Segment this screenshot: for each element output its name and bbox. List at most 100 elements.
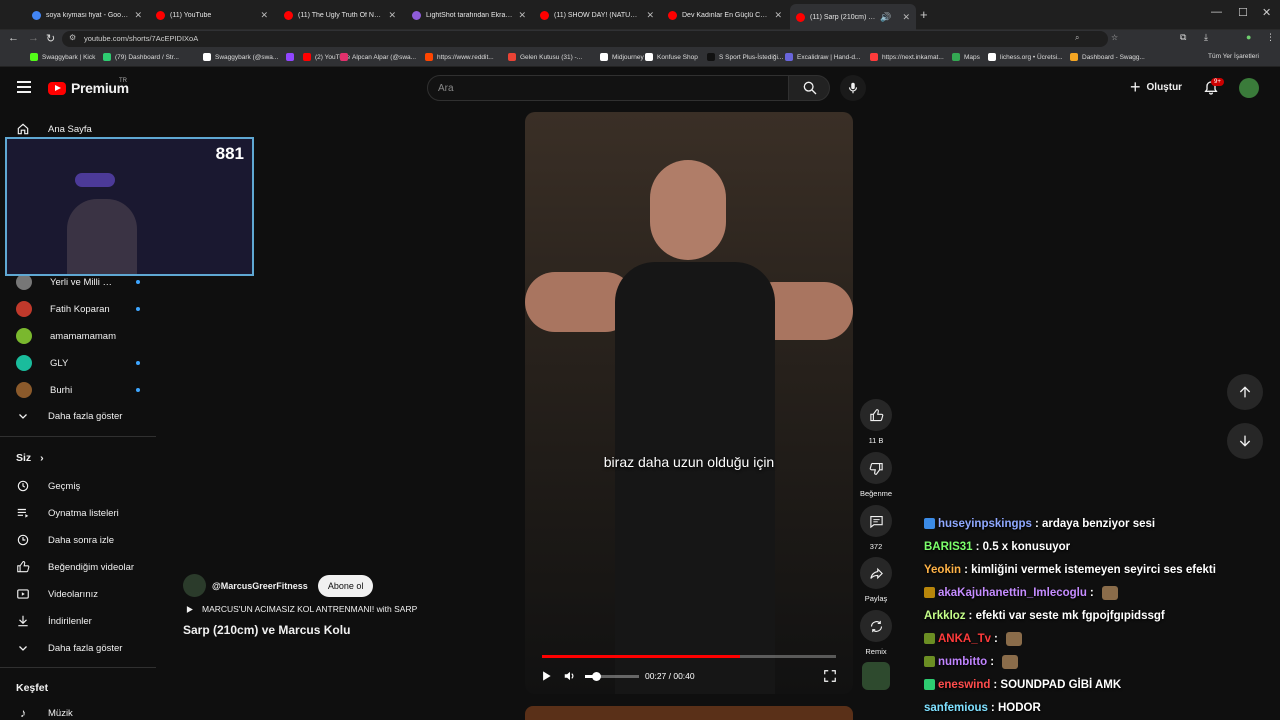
volume-knob[interactable] [591, 672, 601, 681]
sidebar-item-home[interactable]: Ana Sayfa [16, 122, 140, 136]
next-short-preview[interactable] [525, 706, 853, 720]
browser-tab[interactable]: (11) The Ugly Truth Of Natural B ✕ [278, 5, 402, 25]
video-progress-bar[interactable] [542, 655, 836, 658]
youtube-icon [668, 10, 677, 20]
audio-icon[interactable]: 🔊 [880, 12, 891, 23]
bookmark-item[interactable]: (79) Dashboard / Str... [103, 53, 179, 61]
bookmark-item[interactable]: Gelen Kutusu (31) -... [508, 53, 582, 61]
sidebar-item-your-videos[interactable]: Videolarınız [16, 587, 140, 601]
bookmark-item[interactable]: Swaggybark | Kick [30, 53, 95, 61]
bookmark-item[interactable]: Konfuse Shop [645, 53, 698, 61]
browser-tab-active[interactable]: (11) Sarp (210cm) ve Marcu 🔊 ✕ [790, 4, 916, 30]
sidebar-subscription-item[interactable]: GLY [16, 355, 140, 371]
minimize-icon[interactable]: — [1211, 6, 1222, 18]
profile-icon[interactable]: ● [1246, 32, 1251, 42]
you-section-heading[interactable]: Siz › [16, 452, 44, 464]
bookmark-label: Alpcan Alpar (@swa... [352, 53, 417, 61]
fullscreen-icon[interactable] [823, 669, 837, 683]
bookmark-star-icon[interactable]: ☆ [1111, 33, 1118, 42]
forward-icon[interactable]: → [28, 32, 39, 44]
sidebar-subscription-item[interactable]: amamamamam [16, 328, 140, 344]
bookmark-item[interactable]: Maps [952, 53, 980, 61]
channel-handle[interactable]: @MarcusGreerFitness [212, 581, 308, 591]
menu-icon[interactable] [17, 81, 31, 93]
maximize-icon[interactable]: ☐ [1238, 6, 1248, 19]
browser-tab[interactable]: soya kıyması fiyat - Google'da A ✕ [26, 5, 148, 25]
music-info[interactable]: MARCUS'UN ACIMASIZ KOL ANTRENMANI! with … [185, 604, 417, 614]
channel-avatar[interactable] [183, 574, 206, 597]
create-button[interactable]: + Oluştur [1130, 78, 1182, 96]
youtube-premium-logo[interactable]: Premium [48, 80, 129, 96]
play-icon[interactable] [539, 669, 553, 683]
sidebar-item-label: Müzik [48, 707, 73, 719]
close-tab-icon[interactable]: ✕ [260, 10, 268, 21]
sidebar-item-history[interactable]: Geçmiş [16, 479, 140, 493]
voice-search-button[interactable] [840, 75, 866, 101]
thumbs-down-icon [869, 462, 883, 475]
bookmark-item[interactable]: S Sport Plus-İstediği... [707, 53, 783, 61]
youtube-icon [796, 12, 805, 22]
like-button[interactable]: 11 B [859, 399, 893, 445]
reload-icon[interactable]: ↻ [46, 32, 55, 45]
search-input[interactable]: Ara [427, 75, 789, 101]
close-tab-icon[interactable]: ✕ [388, 10, 396, 21]
volume-slider[interactable] [585, 672, 639, 681]
bookmark-label: Midjourney [612, 53, 644, 61]
sidebar-subscription-item[interactable]: Fatih Koparan [16, 301, 140, 317]
shorts-video-player[interactable]: biraz daha uzun olduğu için 00:27 / 00:4… [525, 112, 853, 694]
browser-tab[interactable]: Dev Kadınlar En Güçlü Cücelere ✕ [662, 5, 788, 25]
new-tab-icon[interactable]: + [920, 7, 928, 23]
close-tab-icon[interactable]: ✕ [774, 10, 782, 21]
sidebar-subscription-item[interactable]: Yerli ve Milli Haw... [16, 274, 140, 290]
close-tab-icon[interactable]: ✕ [902, 12, 910, 23]
address-bar[interactable]: ⚙ youtube.com/shorts/7AcEPIDIXoA ⌕ ☆ [62, 31, 1118, 47]
chat-emote-icon [1002, 654, 1019, 669]
bookmark-label: S Sport Plus-İstediği... [719, 53, 784, 61]
chat-message: Arkkloz: efekti var seste mk fgpojfgıpid… [924, 604, 1274, 627]
bookmark-item[interactable]: https://www.reddit... [425, 53, 494, 61]
search-button[interactable] [788, 75, 830, 101]
zoom-icon[interactable]: ⌕ [1075, 33, 1079, 43]
remix-button[interactable]: Remix [859, 610, 893, 656]
bookmark-item[interactable]: Excalidraw | Hand-d... [785, 53, 860, 61]
close-window-icon[interactable]: ✕ [1262, 6, 1271, 19]
sidebar-item-watch-later[interactable]: Daha sonra izle [16, 533, 140, 547]
close-tab-icon[interactable]: ✕ [518, 10, 526, 21]
sound-thumbnail[interactable] [862, 662, 890, 690]
comments-button[interactable]: 372 [859, 505, 893, 551]
sidebar-item-playlists[interactable]: Oynatma listeleri [16, 506, 140, 520]
volume-icon[interactable] [563, 669, 577, 683]
bookmark-label: Gelen Kutusu (31) -... [520, 53, 583, 61]
show-more-button[interactable]: Daha fazla göster [16, 409, 140, 423]
close-tab-icon[interactable]: ✕ [134, 10, 142, 21]
sidebar-item-label: Videolarınız [48, 588, 98, 600]
dislike-button[interactable]: Beğenme [859, 452, 893, 498]
menu-icon[interactable]: ⋮ [1266, 32, 1275, 43]
bookmark-item[interactable]: https://next.inkamat... [870, 53, 944, 61]
close-tab-icon[interactable]: ✕ [646, 10, 654, 21]
previous-short-button[interactable] [1227, 374, 1263, 410]
sidebar-item-liked[interactable]: Beğendiğim videolar [16, 560, 140, 574]
subscribe-button[interactable]: Abone ol [317, 574, 374, 597]
bookmark-item[interactable] [286, 53, 298, 61]
back-icon[interactable]: ← [8, 32, 19, 44]
sidebar-subscription-item[interactable]: Burhi [16, 382, 140, 398]
browser-tab[interactable]: LightShot tarafından Ekran Görü ✕ [406, 5, 532, 25]
site-info-icon[interactable]: ⚙ [69, 33, 76, 42]
account-avatar[interactable] [1239, 78, 1259, 98]
bookmark-item[interactable]: Dashboard - Swagg... [1070, 53, 1145, 61]
show-more-button[interactable]: Daha fazla göster [16, 641, 140, 655]
browser-tab[interactable]: (11) YouTube ✕ [150, 5, 274, 25]
bookmark-item[interactable]: Midjourney [600, 53, 644, 61]
extensions-icon[interactable]: ⧉ [1180, 32, 1186, 43]
all-bookmarks-button[interactable]: Tüm Yer İşaretleri [1208, 53, 1259, 60]
bookmark-item[interactable]: Swaggybark (@swa... [203, 53, 278, 61]
sidebar-item-downloads[interactable]: İndirilenler [16, 614, 140, 628]
browser-tab[interactable]: (11) SHOW DAY! (NATURAL MA ✕ [534, 5, 660, 25]
next-short-button[interactable] [1227, 423, 1263, 459]
bookmark-item[interactable]: Alpcan Alpar (@swa... [340, 53, 416, 61]
bookmark-item[interactable]: lichess.org • Ücretsi... [988, 53, 1063, 61]
sidebar-item-music[interactable]: ♪ Müzik [16, 706, 140, 720]
share-button[interactable]: Paylaş [859, 557, 893, 603]
downloads-icon[interactable]: ⤓ [1204, 32, 1208, 43]
